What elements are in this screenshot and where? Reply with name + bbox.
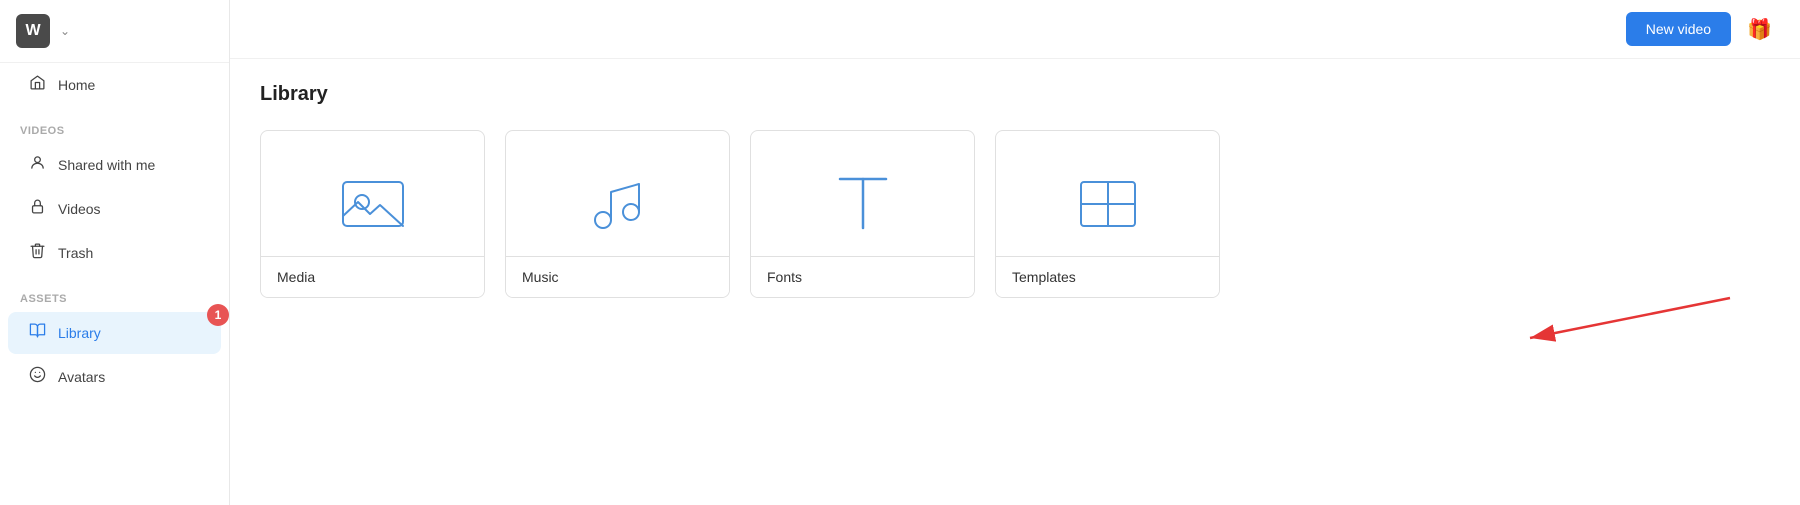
music-icon — [583, 174, 653, 234]
library-cards-grid: Media Music — [260, 130, 1220, 298]
home-icon — [28, 74, 46, 96]
new-video-button[interactable]: New video — [1626, 12, 1731, 46]
music-card[interactable]: Music — [505, 130, 730, 298]
templates-card[interactable]: Templates — [995, 130, 1220, 298]
media-card-label: Media — [261, 256, 484, 297]
page-title: Library — [260, 83, 1770, 106]
smiley-icon — [28, 366, 46, 388]
fonts-icon — [828, 171, 898, 236]
templates-card-label: Templates — [996, 256, 1219, 297]
sidebar-section-assets-label: Assets — [0, 275, 229, 311]
fonts-icon-area — [751, 131, 974, 256]
media-icon — [338, 174, 408, 234]
library-badge: 1 — [207, 304, 229, 326]
sidebar-item-shared-label: Shared with me — [58, 157, 155, 173]
sidebar-item-home-label: Home — [58, 77, 95, 93]
gift-icon-button[interactable]: 🎁 — [1743, 13, 1776, 46]
music-icon-area — [506, 131, 729, 256]
fonts-card-label: Fonts — [751, 256, 974, 297]
media-card[interactable]: Media — [260, 130, 485, 298]
sidebar-header: W ⌄ — [0, 0, 229, 63]
sidebar-item-library-label: Library — [58, 325, 101, 341]
templates-icon-area — [996, 131, 1219, 256]
library-page: Library Media — [230, 59, 1800, 505]
topbar: New video 🎁 — [230, 0, 1800, 59]
templates-icon — [1073, 174, 1143, 234]
chevron-down-icon[interactable]: ⌄ — [60, 24, 70, 38]
sidebar-item-videos[interactable]: Videos — [8, 188, 221, 230]
sidebar: W ⌄ Home Videos Shared with me — [0, 0, 230, 505]
person-icon — [28, 154, 46, 176]
w-logo-icon[interactable]: W — [16, 14, 50, 48]
sidebar-item-library[interactable]: Library — [8, 312, 221, 354]
trash-icon — [28, 242, 46, 264]
sidebar-item-avatars-label: Avatars — [58, 369, 105, 385]
fonts-card[interactable]: Fonts — [750, 130, 975, 298]
sidebar-item-trash[interactable]: Trash — [8, 232, 221, 274]
music-card-label: Music — [506, 256, 729, 297]
sidebar-item-shared-with-me[interactable]: Shared with me — [8, 144, 221, 186]
sidebar-library-wrapper: Library 1 — [8, 312, 221, 354]
sidebar-section-videos-label: Videos — [0, 107, 229, 143]
main-content: New video 🎁 Library Media — [230, 0, 1800, 505]
sidebar-item-videos-label: Videos — [58, 201, 101, 217]
media-icon-area — [261, 131, 484, 256]
sidebar-item-home[interactable]: Home — [8, 64, 221, 106]
sidebar-item-avatars[interactable]: Avatars — [8, 356, 221, 398]
library-cards-container: Media Music — [260, 130, 1770, 298]
annotation-arrow — [1430, 288, 1750, 348]
sidebar-item-trash-label: Trash — [58, 245, 93, 261]
book-open-icon — [28, 322, 46, 344]
lock-icon — [28, 198, 46, 220]
